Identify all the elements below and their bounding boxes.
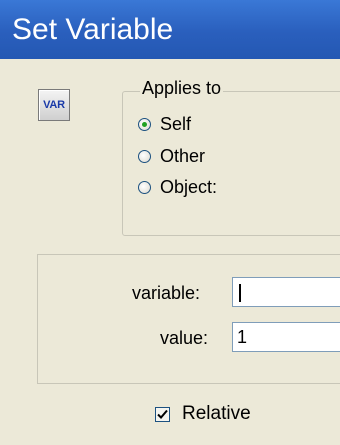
var-icon-label: VAR bbox=[43, 99, 65, 111]
variable-input[interactable] bbox=[232, 277, 340, 307]
relative-checkbox[interactable] bbox=[155, 406, 170, 422]
fields-panel bbox=[37, 254, 340, 384]
radio-other-label: Other bbox=[160, 145, 206, 166]
radio-self-label: Self bbox=[160, 113, 192, 134]
value-label: value: bbox=[160, 328, 209, 348]
var-icon: VAR bbox=[38, 89, 70, 121]
window-title-bar[interactable]: Set Variable bbox=[0, 0, 340, 59]
radio-object-button[interactable] bbox=[138, 180, 151, 194]
radio-other-button[interactable] bbox=[138, 149, 151, 163]
window-title: Set Variable bbox=[12, 13, 174, 46]
checkmark-icon bbox=[157, 409, 168, 419]
radio-object[interactable]: Object: bbox=[138, 175, 217, 199]
variable-label: variable: bbox=[132, 283, 201, 303]
value-input[interactable]: 1 bbox=[232, 322, 340, 352]
relative-label: Relative bbox=[182, 403, 251, 424]
radio-self-button[interactable] bbox=[138, 117, 151, 131]
applies-to-legend: Applies to bbox=[140, 78, 224, 99]
radio-object-label: Object: bbox=[160, 176, 218, 197]
relative-checkbox-row[interactable]: Relative bbox=[155, 401, 251, 427]
value-text: 1 bbox=[237, 327, 248, 347]
radio-other[interactable]: Other bbox=[138, 144, 205, 168]
text-caret bbox=[239, 284, 241, 303]
radio-self[interactable]: Self bbox=[138, 112, 191, 136]
